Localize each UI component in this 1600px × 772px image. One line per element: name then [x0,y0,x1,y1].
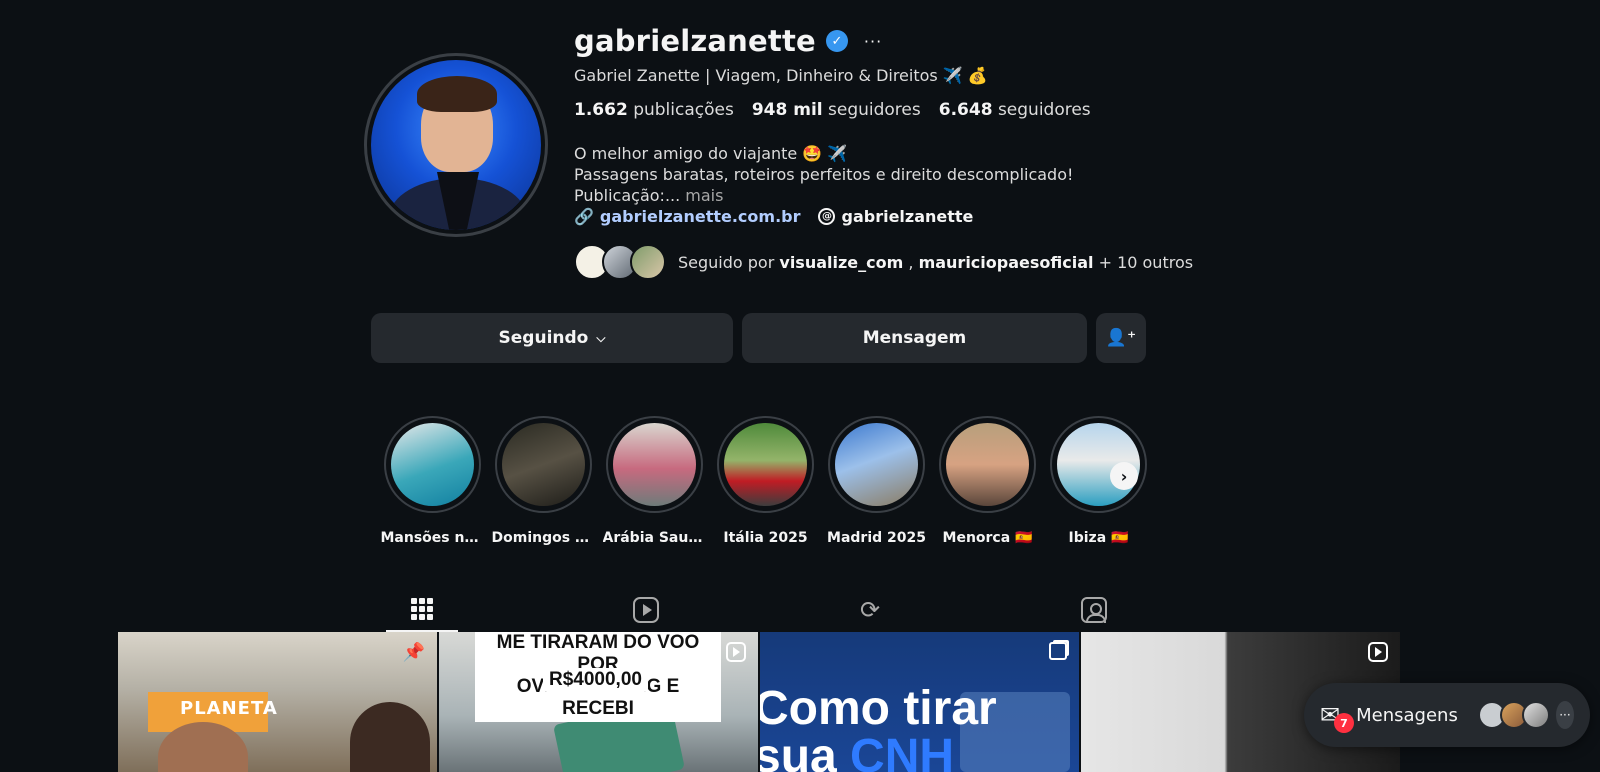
followers-stat[interactable]: 948 mil seguidores [752,100,921,120]
highlight-label: Ibiza 🇪🇸 [1068,530,1129,546]
chevron-right-icon: › [1120,466,1128,486]
highlight-item[interactable]: Madrid 2025 [827,416,926,546]
pin-icon: 📌 [402,642,425,663]
messenger-icon: ✉ 7 [1320,701,1354,733]
message-button[interactable]: Mensagem [742,313,1087,363]
profile-tabs: ⟳ [386,588,1146,632]
messages-bar[interactable]: ✉ 7 Mensagens ··· [1304,683,1590,747]
add-person-button[interactable]: 👤⁺ [1096,313,1146,363]
followed-by[interactable]: Seguido por visualize_com , mauriciopaes… [574,244,1193,280]
add-person-icon: 👤⁺ [1105,328,1137,348]
bio: O melhor amigo do viajante 🤩 ✈️ Passagen… [574,143,1073,206]
username-row: gabrielzanette ✓ ··· [574,24,882,58]
highlight-item[interactable]: Mansões no E... [381,416,485,546]
highlight-label: Itália 2025 [723,530,808,546]
following-button[interactable]: Seguindo ⌵ [371,313,733,363]
website-link[interactable]: 🔗 gabrielzanette.com.br [574,207,800,226]
profile-links: 🔗 gabrielzanette.com.br @ gabrielzanette [574,207,973,226]
username: gabrielzanette [574,24,816,58]
bio-line: Passagens baratas, roteiros perfeitos e … [574,165,1074,184]
chevron-down-icon: ⌵ [596,330,606,345]
highlight-label: Menorca 🇪🇸 [942,530,1033,546]
bio-line: O melhor amigo do viajante 🤩 ✈️ [574,144,848,163]
bio-more-link[interactable]: mais [680,186,723,205]
post-tile[interactable]: ME TIRARAM DO VOO POR OVERBOOKING E RECE… [439,632,758,772]
more-icon: ··· [1555,701,1574,729]
highlight-item[interactable]: Menorca 🇪🇸 [939,416,1036,546]
posts-grid: PLANETA 📌 ME TIRARAM DO VOO POR OVERBOOK… [118,632,1400,772]
highlight-label: Arábia Saudita [602,530,707,546]
unread-badge: 7 [1334,713,1354,733]
post-image-text: sua CNH [760,730,955,772]
followed-by-text: Seguido por visualize_com , mauriciopaes… [678,252,1194,272]
highlight-label: Mansões no E... [380,530,485,546]
avatar [1521,701,1550,729]
post-tile[interactable]: Como tirar sua CNH [760,632,1079,772]
post-tile[interactable]: PLANETA 📌 [118,632,437,772]
more-options-icon[interactable]: ··· [864,32,882,51]
bio-line: Publicação:... mais [574,186,724,205]
profile-stats: 1.662 publicações 948 mil seguidores 6.6… [574,100,1091,120]
tab-posts[interactable] [386,588,458,632]
following-stat[interactable]: 6.648 seguidores [939,100,1091,120]
reel-icon [726,642,746,662]
reels-icon [633,597,659,623]
highlight-item[interactable]: Arábia Saudita [603,416,707,546]
avatar [630,244,666,280]
reel-icon [1368,642,1388,662]
post-image-text: R$4000,00 [543,668,648,692]
tab-tagged[interactable] [1058,588,1130,632]
repost-icon: ⟳ [859,596,881,624]
avatar-image [371,60,541,230]
tab-reels[interactable] [610,588,682,632]
posts-stat: 1.662 publicações [574,100,734,120]
story-highlights: Mansões no E... Domingos M... Arábia Sau… [381,416,1147,546]
mutual-avatars [574,244,666,280]
messages-label: Mensagens [1356,704,1458,726]
grid-icon [411,598,433,620]
post-image-text: Como tirar [760,682,997,735]
carousel-icon [1049,642,1067,660]
post-image-text: PLANETA [180,698,278,719]
profile-page: gabrielzanette ✓ ··· Gabriel Zanette | V… [0,0,1600,772]
highlight-label: Madrid 2025 [827,530,926,546]
verified-badge-icon: ✓ [825,30,848,52]
highlight-label: Domingos M... [491,530,596,546]
message-avatars [1477,701,1550,729]
highlight-item[interactable]: Itália 2025 [717,416,814,546]
full-name: Gabriel Zanette | Viagem, Dinheiro & Dir… [574,66,988,85]
threads-icon: @ [818,208,836,225]
highlight-item[interactable]: Domingos M... [492,416,596,546]
tab-reposts[interactable]: ⟳ [834,588,906,632]
profile-avatar[interactable] [364,53,548,237]
highlights-next-button[interactable]: › [1110,462,1138,490]
threads-link[interactable]: @ gabrielzanette [818,207,973,226]
link-icon: 🔗 [574,207,594,226]
tagged-icon [1081,597,1107,623]
